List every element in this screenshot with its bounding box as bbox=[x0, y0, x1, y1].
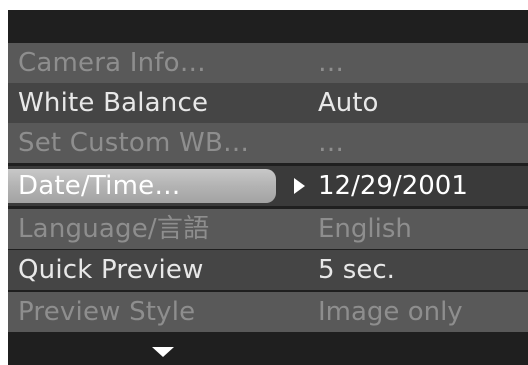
menu-item-label: Language/言語 bbox=[18, 214, 210, 244]
menu-item-label: White Balance bbox=[18, 88, 209, 118]
camera-menu-screenshot: Camera Info… … White Balance Auto Set Cu… bbox=[0, 0, 528, 365]
menu-item-label: Preview Style bbox=[18, 297, 196, 327]
menu-item-value: Image only bbox=[318, 297, 463, 327]
camera-lcd-screen: Camera Info… … White Balance Auto Set Cu… bbox=[8, 10, 528, 365]
menu-item-value: English bbox=[318, 214, 412, 244]
menu-item-label: Camera Info… bbox=[18, 48, 206, 78]
menu-item-preview-style[interactable]: Preview Style Image only bbox=[8, 292, 528, 332]
menu-item-quick-preview[interactable]: Quick Preview 5 sec. bbox=[8, 250, 528, 290]
triangle-right-icon bbox=[294, 178, 305, 194]
menu-item-value: … bbox=[318, 128, 344, 158]
menu-item-value: 12/29/2001 bbox=[318, 171, 468, 201]
menu-item-label: Date/Time… bbox=[18, 171, 181, 201]
menu-item-set-custom-wb[interactable]: Set Custom WB… … bbox=[8, 123, 528, 163]
menu-item-value: Auto bbox=[318, 88, 379, 118]
menu-item-date-time[interactable]: Date/Time… 12/29/2001 bbox=[8, 166, 528, 206]
chevron-down-icon[interactable] bbox=[152, 347, 174, 357]
menu-item-label: Set Custom WB… bbox=[18, 128, 250, 158]
menu-item-camera-info[interactable]: Camera Info… … bbox=[8, 43, 528, 83]
menu-item-language[interactable]: Language/言語 English bbox=[8, 209, 528, 249]
menu-item-label: Quick Preview bbox=[18, 255, 204, 285]
menu-item-value: 5 sec. bbox=[318, 255, 395, 285]
menu-item-white-balance[interactable]: White Balance Auto bbox=[8, 83, 528, 123]
menu-item-value: … bbox=[318, 48, 344, 78]
